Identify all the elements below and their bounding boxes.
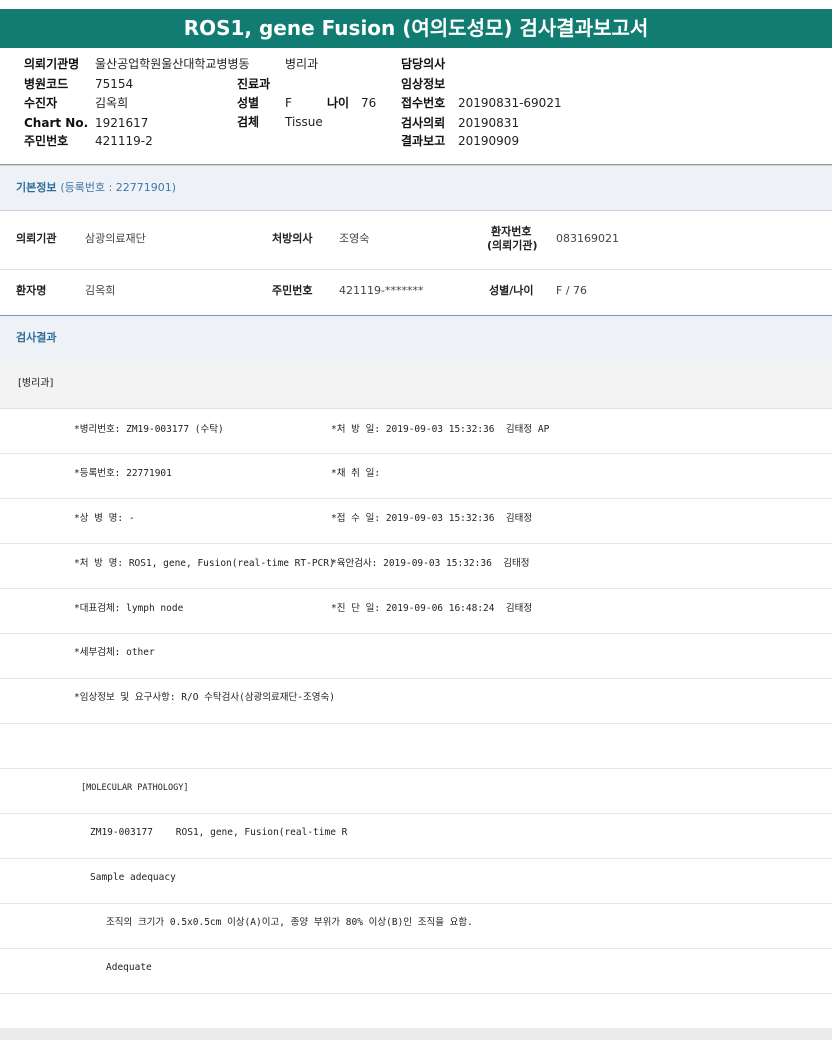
specimen-label: 검체 <box>237 115 260 129</box>
molecular-pathology-heading: [MOLECULAR PATHOLOGY] <box>81 783 189 793</box>
receipt-date: *접 수 일: 2019-09-03 15:32:36 김태정 <box>331 513 533 524</box>
result-row: ZM19-003177 ROS1, gene, Fusion(real-time… <box>0 814 832 859</box>
report-title: ROS1, gene Fusion (여의도성모) 검사결과보고서 <box>0 9 832 48</box>
adequacy-criteria: 조직의 크기가 0.5x0.5cm 이상(A)이고, 종양 부위가 80% 이상… <box>106 917 473 928</box>
gross-exam-date: *육안검사: 2019-09-03 15:32:36 김태정 <box>331 558 530 569</box>
registration-no: *등록번호: 22771901 <box>74 468 172 479</box>
prescriber-value: 조영숙 <box>339 232 370 245</box>
receipt-no-value: 20190831-69021 <box>458 96 562 110</box>
basic-info-row-2: 환자명 김옥희 주민번호 421119-******* 성별/나이 F / 76 <box>0 270 832 316</box>
result-row: Sample adequacy <box>0 859 832 904</box>
results-title: 검사결과 <box>16 331 57 344</box>
result-row: Adequate <box>0 949 832 994</box>
result-row: *처 방 명: ROS1, gene, Fusion(real-time RT-… <box>0 544 832 589</box>
diagnosis-date: *진 단 일: 2019-09-06 16:48:24 김태정 <box>331 603 533 614</box>
clinic-dept-label: 진료과 <box>237 77 271 91</box>
registration-number: (등록번호 : 22771901) <box>60 181 177 194</box>
age-value: 76 <box>361 96 377 110</box>
results-heading: 검사결과 <box>0 316 832 362</box>
sex-age-label: 성별/나이 <box>489 284 534 297</box>
department-value: 병리과 <box>285 57 319 71</box>
basic-info-title: 기본정보 <box>16 181 57 194</box>
result-row: 조직의 크기가 0.5x0.5cm 이상(A)이고, 종양 부위가 80% 이상… <box>0 904 832 949</box>
diagnosis-name: *상 병 명: - <box>74 513 135 524</box>
adequacy-result: Adequate <box>106 962 152 973</box>
sex-value: F <box>285 96 292 110</box>
result-row: *병리번호: ZM19-003177 (수탁) *처 방 일: 2019-09-… <box>0 409 832 454</box>
specimen-value: Tissue <box>285 115 323 129</box>
attending-doctor-label: 담당의사 <box>401 57 446 71</box>
agency-name-label: 의뢰기관명 <box>24 57 80 71</box>
chart-no-value: 1921617 <box>95 116 149 130</box>
report-date-value: 20190909 <box>458 134 520 148</box>
prescription-date: *처 방 일: 2019-09-03 15:32:36 김태정 AP <box>331 424 550 435</box>
rrn-label: 주민번호 <box>24 134 69 148</box>
examinee-value: 김옥희 <box>95 96 129 110</box>
patient-no-value: 083169021 <box>556 232 619 245</box>
chart-no-label: Chart No. <box>24 116 89 130</box>
detail-specimen: *세부검체: other <box>74 647 155 658</box>
order-name: *처 방 명: ROS1, gene, Fusion(real-time RT-… <box>74 558 335 569</box>
agency-label: 의뢰기관 <box>16 232 57 245</box>
pathology-no: *병리번호: ZM19-003177 (수탁) <box>74 424 224 435</box>
result-row: [MOLECULAR PATHOLOGY] <box>0 769 832 814</box>
request-date-value: 20190831 <box>458 116 520 130</box>
main-specimen: *대표검체: lymph node <box>74 603 184 614</box>
examinee-label: 수진자 <box>24 96 58 110</box>
basic-info-heading: 기본정보 (등록번호 : 22771901) <box>0 165 832 211</box>
result-row: *대표검체: lymph node *진 단 일: 2019-09-06 16:… <box>0 589 832 634</box>
rrn-value: 421119-2 <box>95 134 153 148</box>
blank-row <box>0 724 832 769</box>
department-row: [병리과] <box>0 361 832 409</box>
patient-no-label: 환자번호 <box>491 225 532 238</box>
patient-rrn-value: 421119-******* <box>339 284 424 297</box>
sex-age-value: F / 76 <box>556 284 588 297</box>
collection-date: *채 취 일: <box>331 468 381 479</box>
patient-name-label: 환자명 <box>16 284 47 297</box>
age-label: 나이 <box>327 96 350 110</box>
molecular-order-line: ZM19-003177 ROS1, gene, Fusion(real-time… <box>90 827 348 838</box>
patient-rrn-label: 주민번호 <box>272 284 313 297</box>
clinical-request: *임상정보 및 요구사항: R/O 수탁검사(삼광의료재단-조영숙) <box>74 692 335 703</box>
result-row: *등록번호: 22771901 *채 취 일: <box>0 454 832 499</box>
agency-value: 삼광의료재단 <box>85 232 146 245</box>
result-row: *상 병 명: - *접 수 일: 2019-09-03 15:32:36 김태… <box>0 499 832 544</box>
report-date-label: 결과보고 <box>401 134 446 148</box>
basic-info-row-1: 의뢰기관 삼광의료재단 처방의사 조영숙 환자번호 (의뢰기관) 0831690… <box>0 211 832 270</box>
request-date-label: 검사의뢰 <box>401 116 446 130</box>
agency-name-value: 울산공업학원울산대학교병병동 <box>95 57 250 71</box>
patient-no-sublabel: (의뢰기관) <box>487 239 538 252</box>
hospital-code-value: 75154 <box>95 77 134 91</box>
result-row: *세부검체: other <box>0 634 832 679</box>
clinical-info-label: 임상정보 <box>401 77 446 91</box>
prescriber-label: 처방의사 <box>272 232 313 245</box>
sex-label: 성별 <box>237 96 260 110</box>
hospital-code-label: 병원코드 <box>24 77 69 91</box>
receipt-no-label: 접수번호 <box>401 96 446 110</box>
sample-adequacy-label: Sample adequacy <box>90 872 176 883</box>
footer-bar <box>0 1028 832 1040</box>
patient-name-value: 김옥희 <box>85 284 116 297</box>
result-row: *임상정보 및 요구사항: R/O 수탁검사(삼광의료재단-조영숙) <box>0 679 832 724</box>
